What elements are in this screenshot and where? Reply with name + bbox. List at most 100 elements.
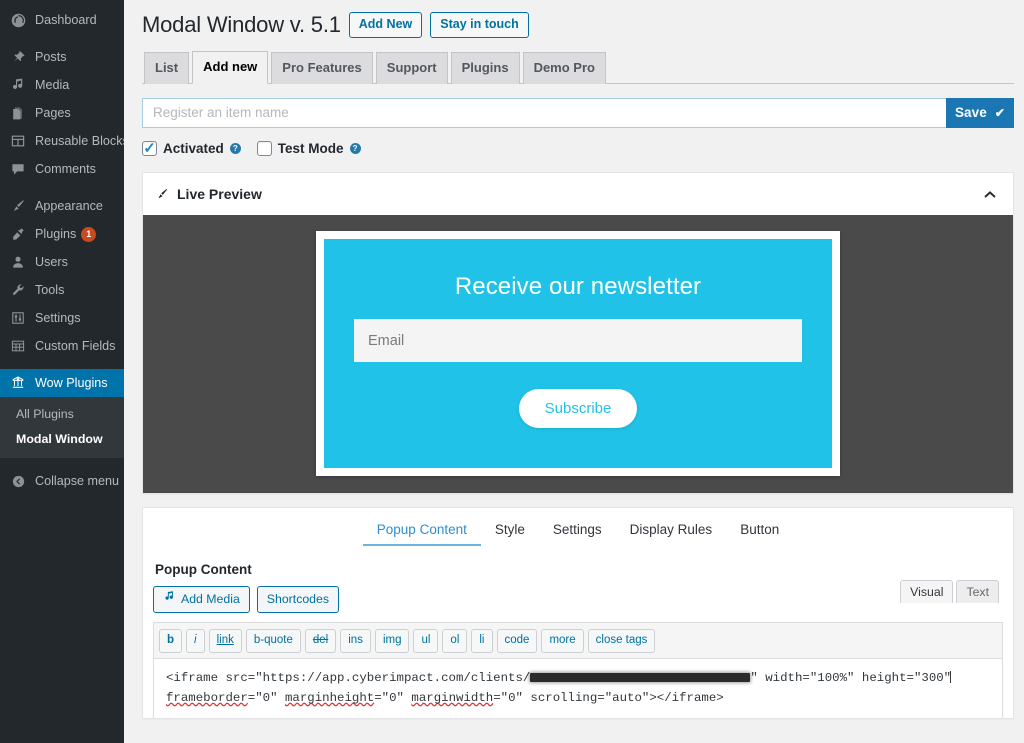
code-line2-a: frameborder bbox=[166, 690, 248, 705]
sidebar-item-label: Media bbox=[35, 78, 70, 92]
editor-mode-tabs: Visual Text bbox=[900, 579, 999, 603]
tab-visual[interactable]: Visual bbox=[900, 579, 954, 603]
sidebar-item-users[interactable]: Users bbox=[0, 248, 124, 276]
sidebar-subitem-modal-window[interactable]: Modal Window bbox=[0, 427, 124, 452]
main-content: Modal Window v. 5.1 Add New Stay in touc… bbox=[124, 0, 1024, 743]
sidebar-subitem-all-plugins[interactable]: All Plugins bbox=[0, 402, 124, 427]
quicktag-link[interactable]: link bbox=[208, 629, 242, 653]
code-part-1: <iframe src="https://app.cyberimpact.com… bbox=[166, 670, 531, 685]
live-preview-title: Live Preview bbox=[177, 185, 262, 202]
content-code-editor[interactable]: <iframe src="https://app.cyberimpact.com… bbox=[153, 657, 1003, 718]
modal-preview: Receive our newsletter Subscribe bbox=[316, 231, 840, 477]
tab-add-new[interactable]: Add new bbox=[192, 50, 269, 84]
quicktag-b[interactable]: b bbox=[159, 629, 183, 653]
media-icon bbox=[8, 75, 28, 95]
tab-plugins[interactable]: Plugins bbox=[450, 51, 520, 84]
sidebar-item-label: Pages bbox=[35, 106, 71, 120]
tab-display-rules[interactable]: Display Rules bbox=[616, 518, 727, 546]
live-preview-title-group: Live Preview bbox=[155, 186, 262, 202]
quicktag-li[interactable]: li bbox=[471, 629, 493, 653]
sidebar-separator bbox=[0, 458, 124, 467]
sidebar-item-label: Comments bbox=[35, 162, 96, 176]
help-icon[interactable]: ? bbox=[349, 142, 361, 154]
wrench-icon bbox=[8, 280, 28, 300]
code-part-2: " width="100%" height="300" bbox=[750, 670, 952, 685]
sidebar-item-custom-fields[interactable]: Custom Fields bbox=[0, 332, 124, 360]
tab-popup-content[interactable]: Popup Content bbox=[362, 518, 481, 546]
chevron-up-icon[interactable] bbox=[981, 186, 999, 204]
pages-icon bbox=[8, 103, 28, 123]
test-mode-label[interactable]: Test Mode bbox=[278, 141, 344, 156]
tab-button[interactable]: Button bbox=[726, 518, 793, 546]
item-name-input[interactable] bbox=[142, 97, 946, 128]
add-new-button[interactable]: Add New bbox=[348, 12, 423, 39]
sidebar-item-media[interactable]: Media bbox=[0, 71, 124, 99]
save-button-label: Save bbox=[954, 105, 987, 121]
brush-icon bbox=[8, 196, 28, 216]
sidebar-item-dashboard[interactable]: Dashboard bbox=[0, 6, 124, 34]
activated-label[interactable]: Activated bbox=[163, 141, 224, 156]
quicktag-i[interactable]: i bbox=[186, 629, 205, 653]
modal-subscribe-wrap: Subscribe bbox=[354, 389, 802, 429]
sidebar-item-wow-plugins[interactable]: Wow Plugins bbox=[0, 369, 124, 397]
quicktags-toolbar: b i link b-quote del ins img ul ol li co… bbox=[153, 622, 1003, 658]
quicktag-ul[interactable]: ul bbox=[413, 629, 439, 653]
tab-demo-pro[interactable]: Demo Pro bbox=[522, 51, 606, 84]
wow-plugins-icon bbox=[8, 373, 28, 393]
wp-admin-screen: Dashboard Posts Media Pages Reusable Blo… bbox=[0, 0, 1024, 743]
modal-heading: Receive our newsletter bbox=[454, 273, 702, 301]
admin-sidebar: Dashboard Posts Media Pages Reusable Blo… bbox=[0, 0, 124, 743]
user-icon bbox=[8, 252, 28, 272]
sidebar-item-label: Dashboard bbox=[35, 13, 97, 27]
sidebar-item-comments[interactable]: Comments bbox=[0, 155, 124, 183]
editor-body: Popup Content Add Media Shortcodes Visua… bbox=[143, 546, 1013, 718]
code-line2-f: ="0" scrolling="auto"></iframe> bbox=[493, 690, 724, 705]
sidebar-item-pages[interactable]: Pages bbox=[0, 99, 124, 127]
quicktag-ins[interactable]: ins bbox=[340, 629, 371, 653]
tab-settings[interactable]: Settings bbox=[539, 518, 616, 546]
collapse-menu-button[interactable]: Collapse menu bbox=[0, 467, 124, 495]
quicktag-ol[interactable]: ol bbox=[442, 629, 468, 653]
sidebar-item-plugins[interactable]: Plugins 1 bbox=[0, 220, 124, 248]
test-mode-checkbox[interactable] bbox=[256, 140, 272, 156]
sidebar-separator bbox=[0, 34, 124, 43]
pin-icon bbox=[8, 47, 28, 67]
live-preview-header[interactable]: Live Preview bbox=[143, 173, 1013, 215]
preview-stage: Receive our newsletter Subscribe bbox=[143, 214, 1013, 493]
custom-fields-icon bbox=[8, 336, 28, 356]
quicktag-del[interactable]: del bbox=[304, 629, 337, 653]
sidebar-item-reusable-blocks[interactable]: Reusable Blocks bbox=[0, 127, 124, 155]
item-name-row: Save ✔ bbox=[142, 97, 1014, 128]
collapse-icon bbox=[8, 471, 28, 491]
stay-in-touch-button[interactable]: Stay in touch bbox=[430, 12, 529, 39]
sidebar-item-posts[interactable]: Posts bbox=[0, 43, 124, 71]
quicktag-close-tags[interactable]: close tags bbox=[587, 629, 656, 653]
subscribe-button[interactable]: Subscribe bbox=[518, 389, 638, 429]
blocks-icon bbox=[8, 131, 28, 151]
quicktag-img[interactable]: img bbox=[374, 629, 410, 653]
quicktag-code[interactable]: code bbox=[496, 629, 538, 653]
sidebar-item-label: Appearance bbox=[35, 199, 103, 213]
plugin-update-badge: 1 bbox=[81, 226, 97, 242]
modal-body: Receive our newsletter Subscribe bbox=[324, 239, 832, 469]
quicktag-b-quote[interactable]: b-quote bbox=[245, 629, 301, 653]
tab-text[interactable]: Text bbox=[956, 579, 999, 603]
sidebar-item-tools[interactable]: Tools bbox=[0, 276, 124, 304]
activated-checkbox[interactable]: ✓ bbox=[142, 140, 157, 156]
tab-list[interactable]: List bbox=[144, 51, 190, 84]
help-icon[interactable]: ? bbox=[229, 142, 241, 154]
add-media-button[interactable]: Add Media bbox=[153, 585, 250, 614]
save-button[interactable]: Save ✔ bbox=[946, 97, 1014, 128]
shortcodes-button[interactable]: Shortcodes bbox=[256, 585, 340, 614]
sidebar-item-appearance[interactable]: Appearance bbox=[0, 192, 124, 220]
sidebar-item-settings[interactable]: Settings bbox=[0, 304, 124, 332]
tab-style[interactable]: Style bbox=[481, 518, 539, 546]
modal-email-input[interactable] bbox=[354, 319, 802, 363]
popup-content-label: Popup Content bbox=[155, 561, 252, 577]
plug-icon bbox=[8, 224, 28, 244]
tab-support[interactable]: Support bbox=[375, 51, 448, 84]
quicktag-more[interactable]: more bbox=[541, 629, 584, 653]
code-line2-c: marginheight bbox=[284, 690, 375, 705]
sidebar-submenu-wow-plugins: All Plugins Modal Window bbox=[0, 397, 124, 458]
tab-pro-features[interactable]: Pro Features bbox=[271, 51, 373, 84]
